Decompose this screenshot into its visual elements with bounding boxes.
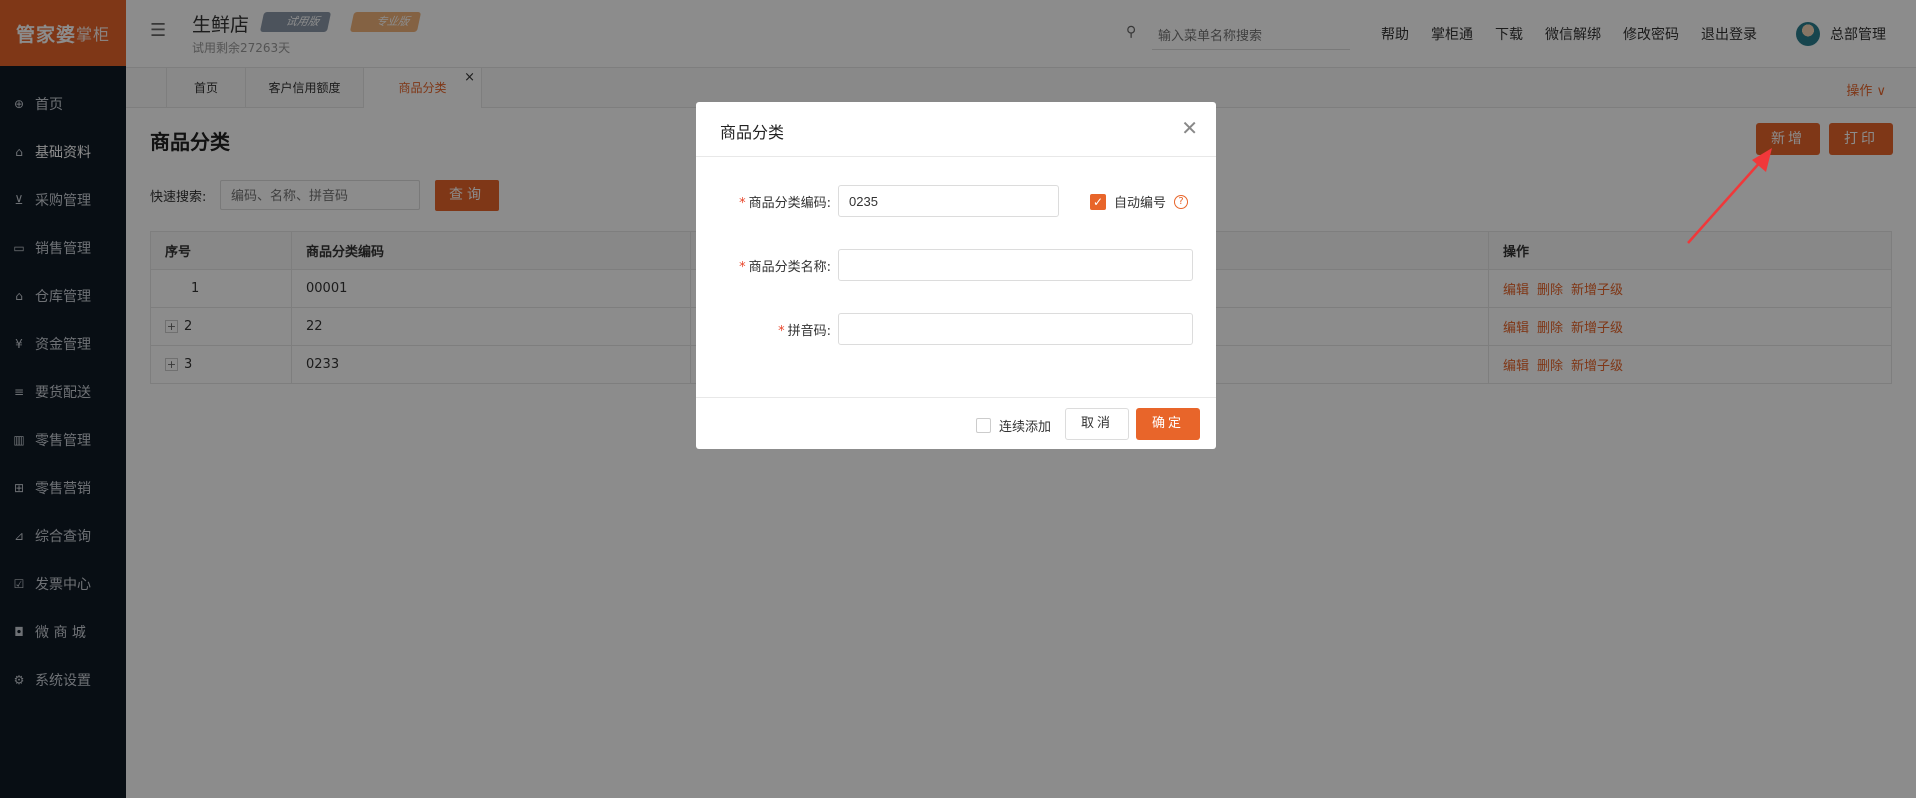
checkbox-checked-icon: ✓	[1090, 193, 1106, 210]
auto-number-checkbox[interactable]: ✓ 自动编号 ?	[1090, 192, 1189, 211]
close-icon[interactable]: ✕	[1181, 116, 1198, 140]
category-code-input[interactable]	[838, 185, 1059, 217]
code-label-text: 商品分类编码:	[748, 196, 831, 211]
name-label: * 商品分类名称:	[739, 256, 831, 275]
category-name-input[interactable]	[838, 249, 1193, 281]
help-icon[interactable]: ?	[1174, 194, 1189, 209]
pinyin-row: * 拼音码:	[696, 313, 1216, 345]
required-mark: *	[739, 196, 746, 211]
pinyin-input[interactable]	[838, 313, 1193, 345]
pinyin-label-text: 拼音码:	[787, 324, 831, 339]
auto-number-label: 自动编号	[1114, 196, 1167, 211]
dialog-header: 商品分类 ✕	[696, 102, 1216, 157]
checkbox-empty-icon	[976, 418, 991, 433]
category-dialog: 商品分类 ✕ *商品分类编码: ✓ 自动编号 ? *商品分类名称: *拼音码: …	[696, 102, 1216, 449]
dialog-footer: 连续添加 取消 确定	[696, 397, 1216, 449]
required-mark: *	[739, 260, 746, 275]
code-label: * 商品分类编码:	[739, 192, 831, 211]
confirm-button[interactable]: 确定	[1136, 408, 1200, 440]
code-row: *商品分类编码: ✓ 自动编号 ?	[696, 185, 1216, 217]
pinyin-label: * 拼音码:	[778, 320, 831, 339]
name-row: * 商品分类名称:	[696, 249, 1216, 281]
continuous-add-checkbox[interactable]: 连续添加	[976, 416, 1051, 435]
name-label-text: 商品分类名称:	[748, 260, 831, 275]
required-mark: *	[778, 324, 785, 339]
cancel-button[interactable]: 取消	[1065, 408, 1129, 440]
dialog-title: 商品分类	[720, 123, 785, 142]
continuous-add-label: 连续添加	[999, 420, 1052, 435]
